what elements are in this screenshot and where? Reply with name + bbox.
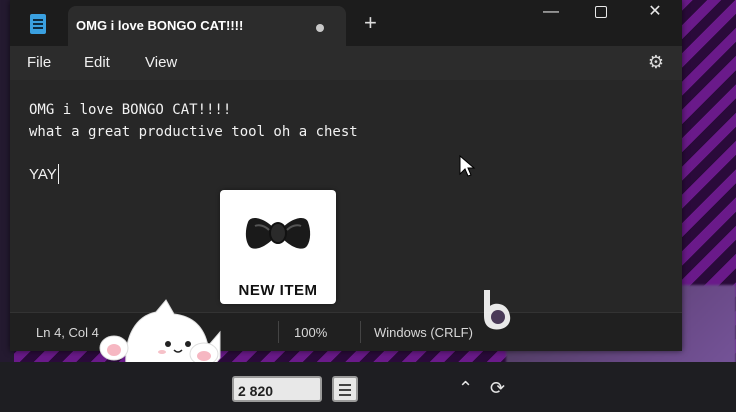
editor-line-1: OMG i love BONGO CAT!!!! [29,102,232,118]
status-line-ending[interactable]: Windows (CRLF) [374,325,473,340]
status-position: Ln 4, Col 4 [36,325,99,340]
close-button[interactable]: ✕ [632,0,678,26]
status-divider [360,321,361,343]
text-editor[interactable]: OMG i love BONGO CAT!!!! what a great pr… [10,80,682,312]
tab-document[interactable]: OMG i love BONGO CAT!!!! [68,6,346,46]
hamburger-line [339,389,351,391]
status-zoom[interactable]: 100% [294,325,327,340]
bongo-cat-image [99,299,221,369]
taskbar [0,362,736,412]
maximize-icon [595,5,607,18]
hamburger-menu-button[interactable] [332,376,358,402]
menu-bar: File Edit View ⚙ [10,46,682,80]
hamburger-line [339,394,351,396]
unsaved-dot-icon[interactable] [316,24,324,32]
b-logo-icon [484,290,511,330]
title-bar: OMG i love BONGO CAT!!!! + — ✕ [10,0,682,46]
sync-icon[interactable]: ⟳ [490,378,512,400]
text-caret [58,164,59,184]
new-item-popup: NEW ITEM [220,190,336,304]
tab-title: OMG i love BONGO CAT!!!! [76,18,244,33]
mouse-pointer-icon [459,154,476,177]
gear-icon[interactable]: ⚙ [646,52,666,72]
maximize-button[interactable] [578,0,624,26]
minimize-button[interactable]: — [528,0,574,26]
new-item-label: NEW ITEM [238,282,318,299]
bowtie-icon [245,217,311,249]
new-tab-button[interactable]: + [364,10,377,36]
editor-line-2: what a great productive tool oh a chest [29,124,358,140]
menu-view[interactable]: View [145,54,177,71]
notepad-app-icon [30,14,46,34]
menu-file[interactable]: File [27,54,51,71]
menu-edit[interactable]: Edit [84,54,110,71]
bongo-counter: 2 820 [232,376,322,402]
editor-line-4: YAY [29,166,57,183]
status-divider [278,321,279,343]
hamburger-line [339,384,351,386]
chevron-up-icon[interactable]: ⌃ [458,378,473,399]
